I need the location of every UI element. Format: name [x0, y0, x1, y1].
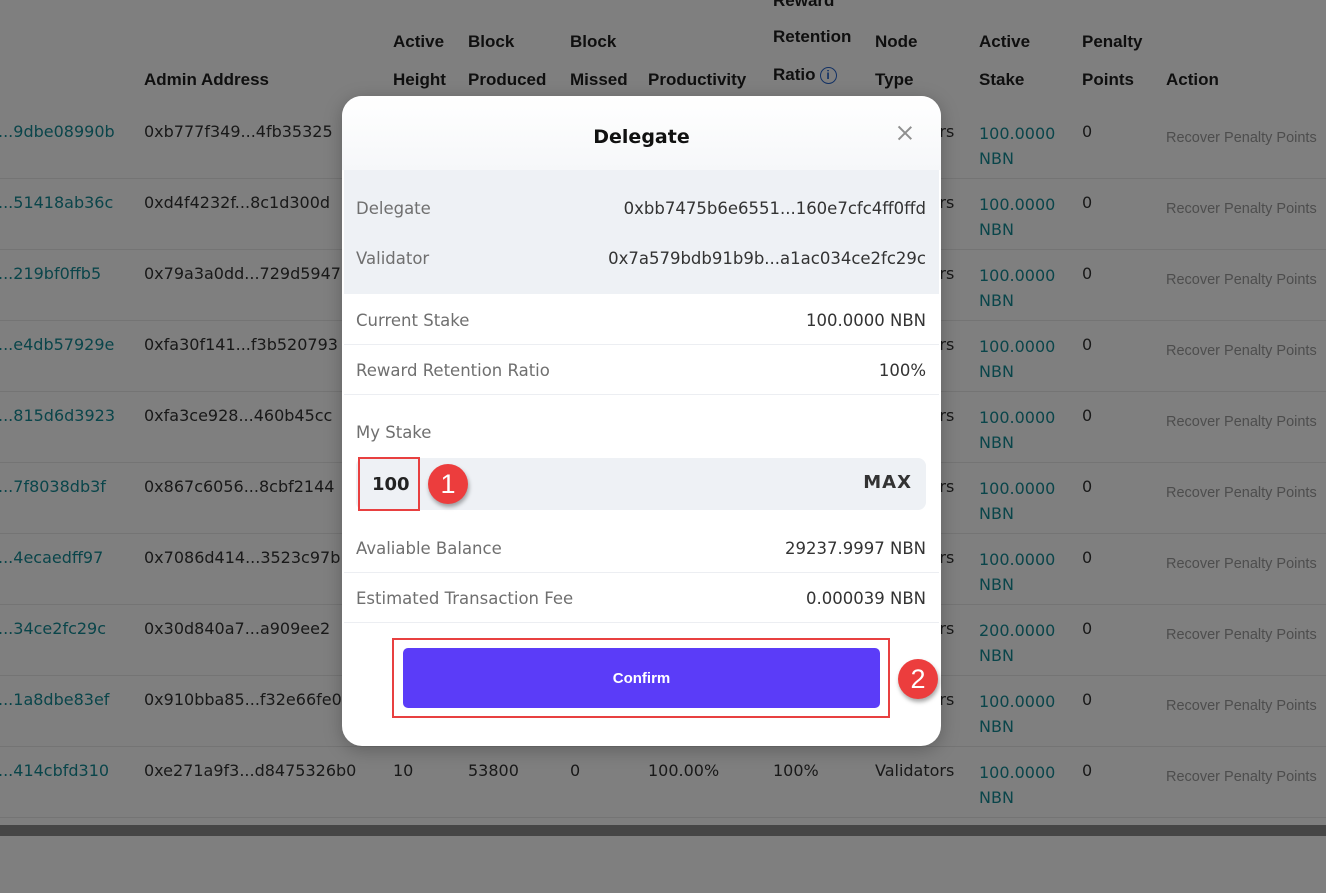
divider	[344, 622, 939, 623]
reward-ratio-value: 100%	[878, 361, 926, 380]
divider	[344, 572, 939, 573]
my-stake-label: My Stake	[356, 423, 432, 442]
fee-label: Estimated Transaction Fee	[356, 589, 574, 608]
delegate-label: Delegate	[356, 199, 431, 218]
reward-ratio-label: Reward Retention Ratio	[356, 361, 550, 380]
annotation-badge-2: 2	[898, 659, 938, 699]
max-button[interactable]: MAX	[863, 472, 912, 493]
validator-value: 0x7a579bdb91b9b...a1ac034ce2fc29c	[608, 249, 926, 268]
balance-label: Avaliable Balance	[356, 539, 502, 558]
balance-value: 29237.9997 NBN	[785, 539, 926, 558]
divider	[344, 394, 939, 395]
divider	[344, 344, 939, 345]
annotation-box-stake-input	[358, 457, 420, 511]
modal-title: Delegate	[593, 126, 690, 148]
annotation-box-confirm	[392, 638, 890, 718]
address-block	[344, 170, 939, 294]
close-icon[interactable]	[894, 122, 916, 144]
fee-value: 0.000039 NBN	[806, 589, 926, 608]
annotation-badge-1: 1	[428, 464, 468, 504]
current-stake-label: Current Stake	[356, 311, 470, 330]
validator-label: Validator	[356, 249, 430, 268]
delegate-value: 0xbb7475b6e6551...160e7cfc4ff0ffd	[623, 199, 926, 218]
current-stake-value: 100.0000 NBN	[806, 311, 926, 330]
modal-header: Delegate	[342, 96, 941, 170]
